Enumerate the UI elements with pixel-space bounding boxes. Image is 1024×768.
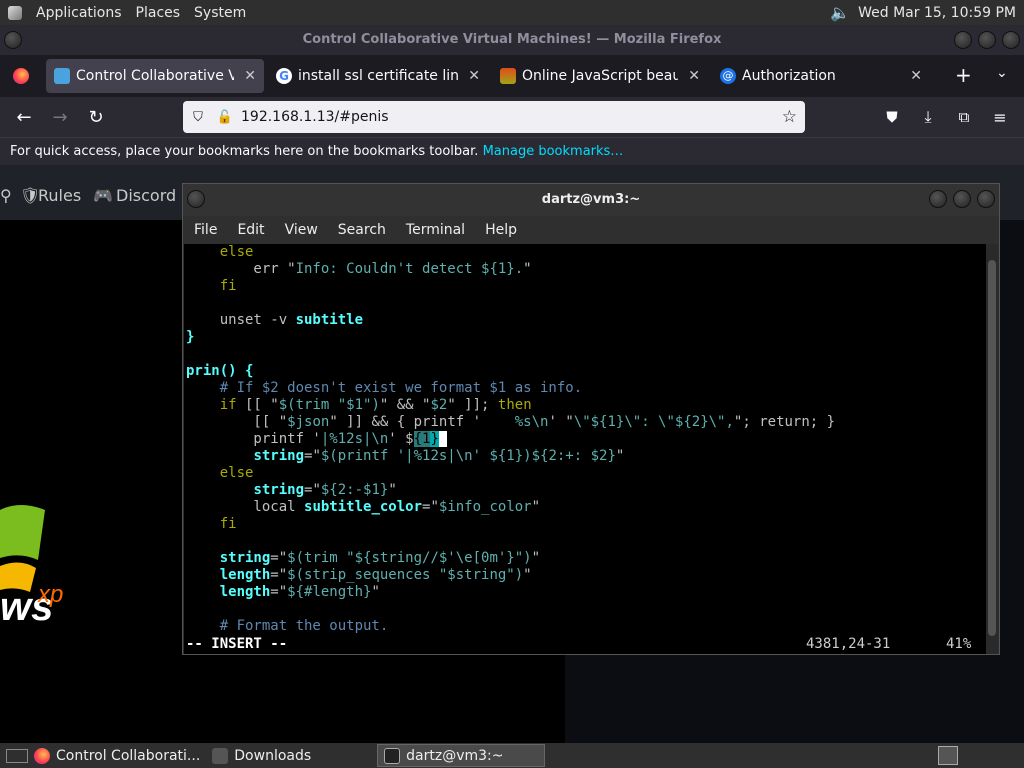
taskbar-item-terminal[interactable]: dartz@vm3:~ (377, 744, 546, 767)
extensions-icon[interactable]: ⧉ (948, 101, 980, 133)
terminal-scrollbar[interactable] (986, 244, 998, 654)
not-secure-icon[interactable]: 🔓 (213, 110, 237, 125)
bookmark-star-icon[interactable]: ☆ (782, 107, 797, 127)
window-menu-button[interactable] (4, 31, 22, 49)
bottom-taskbar: Control Collaborati... Downloads dartz@v… (0, 743, 1024, 768)
tab-control-collaborative[interactable]: Control Collaborative Virtual ✕ (46, 59, 264, 93)
terminal-window: dartz@vm3:~ File Edit View Search Termin… (182, 183, 1000, 655)
menu-system[interactable]: System (194, 5, 246, 21)
close-tab-icon[interactable]: ✕ (468, 68, 480, 84)
folder-icon (212, 747, 229, 764)
tab-bar: Control Collaborative Virtual ✕ G instal… (0, 55, 1024, 97)
monitor-icon (54, 68, 70, 84)
applications-icon (8, 5, 22, 20)
terminal-title: dartz@vm3:~ (541, 192, 641, 207)
new-tab-icon[interactable]: + (955, 63, 972, 87)
menu-hamburger-icon[interactable]: ≡ (984, 101, 1016, 133)
workspace-switcher-icon[interactable] (938, 746, 958, 765)
menu-places[interactable]: Places (136, 5, 181, 21)
terminal-menu-help[interactable]: Help (485, 222, 517, 238)
vim-mode: -- INSERT -- (186, 636, 288, 652)
terminal-menu-terminal[interactable]: Terminal (406, 222, 465, 238)
site-nav-rules[interactable]: Rules (38, 186, 81, 205)
firefox-titlebar: Control Collaborative Virtual Machines! … (0, 25, 1024, 55)
terminal-close-button[interactable] (977, 190, 995, 208)
clock[interactable]: Wed Mar 15, 10:59 PM (858, 5, 1016, 21)
vim-cursor-pos: 4381,24-31 (806, 636, 891, 652)
terminal-scrollbar-thumb[interactable] (988, 260, 996, 636)
terminal-minimize-button[interactable] (929, 190, 947, 208)
google-icon: G (276, 68, 292, 84)
terminal-menubar: File Edit View Search Terminal Help (183, 216, 999, 244)
site-nav-discord[interactable]: Discord (116, 186, 176, 205)
firefox-icon (34, 747, 50, 764)
reload-icon[interactable]: ↻ (80, 101, 112, 133)
menu-applications[interactable]: Applications (36, 5, 122, 21)
close-tab-icon[interactable]: ✕ (910, 68, 922, 84)
windows-xp-logo: ws xp (0, 505, 63, 629)
maximize-button[interactable] (978, 31, 996, 49)
tab-authorization[interactable]: @ Authorization ✕ (712, 59, 930, 93)
vim-scroll-percent: 41% (946, 636, 972, 652)
firefox-title: Control Collaborative Virtual Machines! … (302, 32, 722, 47)
terminal-menu-search[interactable]: Search (338, 222, 386, 238)
terminal-titlebar: dartz@vm3:~ (183, 184, 999, 216)
back-icon[interactable]: ← (8, 101, 40, 133)
close-tab-icon[interactable]: ✕ (688, 68, 700, 84)
svg-text:xp: xp (37, 581, 63, 608)
list-tabs-icon[interactable]: ⌄ (996, 65, 1008, 81)
tab-ssl-certificate[interactable]: G install ssl certificate linux - G ✕ (268, 59, 488, 93)
bookmarks-toolbar: For quick access, place your bookmarks h… (0, 137, 1024, 165)
forward-icon[interactable]: → (44, 101, 76, 133)
search-icon[interactable]: ⚲ (0, 186, 12, 205)
minimize-button[interactable] (954, 31, 972, 49)
terminal-menu-edit[interactable]: Edit (237, 222, 264, 238)
bookmarks-hint: For quick access, place your bookmarks h… (10, 144, 479, 159)
terminal-window-menu-button[interactable] (187, 190, 205, 208)
close-window-button[interactable] (1002, 31, 1020, 49)
beautifier-icon (500, 68, 516, 84)
show-desktop-icon[interactable] (6, 748, 28, 763)
pocket-icon[interactable]: ⛊ (876, 101, 908, 133)
url-bar[interactable]: ⛉ 🔓 192.168.1.13/#penis ☆ (183, 101, 805, 133)
top-panel: Applications Places System 🔈 Wed Mar 15,… (0, 0, 1024, 25)
terminal-menu-file[interactable]: File (194, 222, 217, 238)
taskbar-item-downloads[interactable]: Downloads (206, 744, 317, 767)
downloads-icon[interactable]: ⤓ (912, 101, 944, 133)
nav-toolbar: ← → ↻ ⛉ 🔓 192.168.1.13/#penis ☆ ⛊ ⤓ ⧉ ≡ (0, 97, 1024, 137)
close-tab-icon[interactable]: ✕ (244, 68, 256, 84)
shield-icon[interactable]: ⛉ (183, 110, 213, 125)
vim-status-line: -- INSERT -- 4381,24-31 41% (186, 636, 976, 653)
tab-js-beautifier[interactable]: Online JavaScript beautifier ✕ (492, 59, 708, 93)
url-text[interactable]: 192.168.1.13/#penis (237, 109, 389, 125)
firefox-view-icon[interactable] (6, 68, 36, 84)
terminal-maximize-button[interactable] (953, 190, 971, 208)
volume-icon[interactable]: 🔈 (830, 3, 850, 22)
terminal-screen[interactable]: else err "Info: Couldn't detect ${1}." f… (184, 244, 987, 654)
manage-bookmarks-link[interactable]: Manage bookmarks… (483, 144, 624, 159)
terminal-icon (384, 747, 401, 764)
terminal-menu-view[interactable]: View (285, 222, 318, 238)
taskbar-item-firefox[interactable]: Control Collaborati... (28, 744, 206, 767)
at-icon: @ (720, 68, 736, 84)
discord-icon: 🎮 (93, 186, 113, 205)
